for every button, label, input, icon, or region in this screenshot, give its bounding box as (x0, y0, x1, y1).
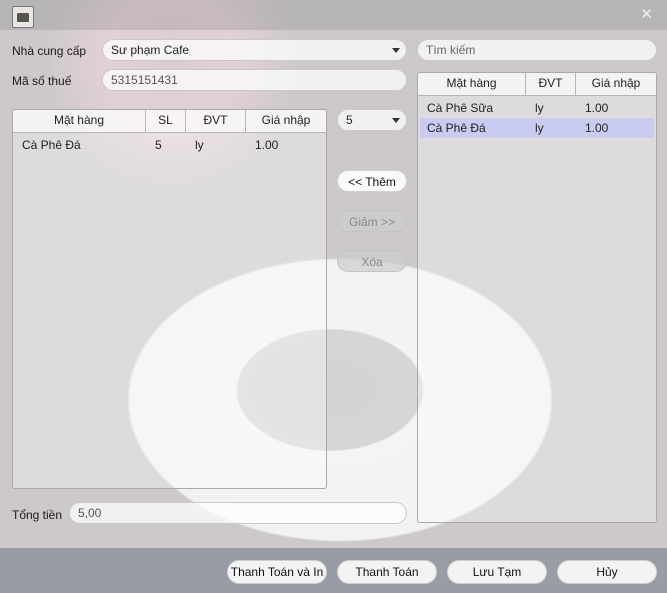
supplier-label: Nhà cung cấp (12, 44, 87, 58)
cash-register-icon (12, 6, 34, 28)
cell-item: Cà Phê Đá (22, 138, 81, 152)
delete-button[interactable]: Xóa (337, 250, 407, 272)
search-placeholder: Tìm kiếm (426, 43, 476, 57)
title-bar: ✕ (0, 0, 667, 30)
tax-value: 5315151431 (111, 73, 178, 87)
column-header[interactable]: ĐVT (186, 110, 246, 132)
chevron-down-icon[interactable] (392, 48, 400, 53)
tax-field[interactable]: 5315151431 (102, 69, 407, 91)
product-table-header: Mặt hàng ĐVT Giá nhập (418, 73, 656, 96)
column-header[interactable]: Mặt hàng (13, 110, 146, 132)
add-button[interactable]: << Thêm (337, 170, 407, 192)
close-icon[interactable]: ✕ (640, 6, 653, 24)
supplier-select[interactable]: Sư phạm Cafe (102, 39, 407, 61)
column-header[interactable]: SL (146, 110, 186, 132)
tax-label: Mã số thuế (12, 74, 72, 88)
table-row[interactable]: Cà Phê Sữa ly 1.00 (418, 98, 656, 118)
cancel-button[interactable]: Hủy (557, 560, 657, 584)
save-draft-button[interactable]: Lưu Tạm (447, 560, 547, 584)
reduce-button[interactable]: Giảm >> (337, 210, 407, 232)
table-row-selected[interactable]: Cà Phê Đá ly 1.00 (420, 118, 654, 138)
product-table[interactable]: Mặt hàng ĐVT Giá nhập Cà Phê Sữa ly 1.00… (417, 72, 657, 523)
column-header[interactable]: Giá nhập (576, 73, 656, 95)
cell-qty: 5 (155, 138, 162, 152)
column-header[interactable]: ĐVT (526, 73, 576, 95)
cell-price: 1.00 (255, 138, 279, 152)
cell-price: 1.00 (585, 121, 609, 135)
cell-unit: ly (535, 101, 544, 115)
order-table-header: Mặt hàng SL ĐVT Giá nhập (13, 110, 326, 133)
quantity-select[interactable]: 5 (337, 109, 407, 131)
table-row[interactable]: Cà Phê Đá 5 ly 1.00 (13, 135, 326, 155)
cell-unit: ly (195, 138, 204, 152)
column-header[interactable]: Giá nhập (246, 110, 326, 132)
quantity-value: 5 (346, 113, 353, 127)
cell-item: Cà Phê Đá (427, 121, 486, 135)
pay-button[interactable]: Thanh Toán (337, 560, 437, 584)
cell-unit: ly (535, 121, 544, 135)
total-field[interactable]: 5,00 (69, 502, 407, 524)
search-input[interactable]: Tìm kiếm (417, 39, 657, 61)
supplier-value: Sư phạm Cafe (111, 43, 190, 57)
total-label: Tổng tiền (12, 508, 63, 522)
column-header[interactable]: Mặt hàng (418, 73, 526, 95)
pay-and-print-button[interactable]: Thanh Toán và In (227, 560, 327, 584)
order-table[interactable]: Mặt hàng SL ĐVT Giá nhập Cà Phê Đá 5 ly … (12, 109, 327, 489)
chevron-down-icon[interactable] (392, 118, 400, 123)
cell-item: Cà Phê Sữa (427, 101, 494, 115)
cell-price: 1.00 (585, 101, 609, 115)
total-value: 5,00 (78, 506, 102, 520)
